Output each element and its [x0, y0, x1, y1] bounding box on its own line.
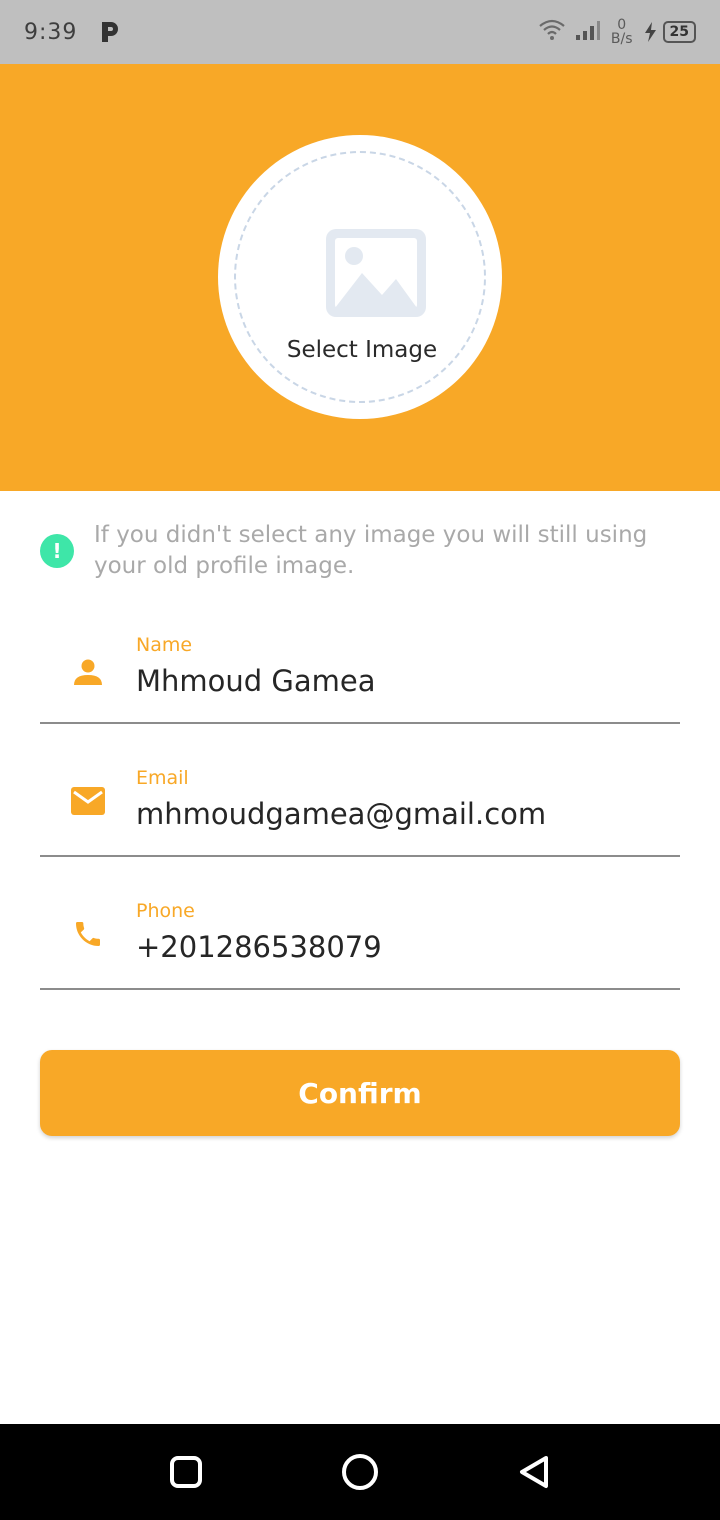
name-field[interactable]: Name [40, 618, 680, 724]
parking-app-icon [99, 20, 121, 44]
select-image-label: Select Image [286, 337, 438, 363]
profile-header: Select Image [0, 64, 720, 491]
phone-field[interactable]: Phone [40, 884, 680, 990]
wifi-icon [539, 19, 565, 45]
status-bar: 9:39 0 B/s 25 [0, 0, 720, 64]
net-speed: 0 B/s [611, 18, 633, 46]
info-notice: ! If you didn't select any image you wil… [40, 520, 680, 582]
phone-input[interactable] [136, 930, 666, 964]
select-image-area[interactable]: Select Image [234, 151, 486, 403]
exclamation-icon: ! [40, 534, 74, 568]
notice-text: If you didn't select any image you will … [94, 522, 648, 579]
recents-icon[interactable] [164, 1450, 208, 1494]
back-icon[interactable] [512, 1450, 556, 1494]
battery: 25 [643, 21, 696, 43]
name-input[interactable] [136, 664, 666, 698]
email-field[interactable]: Email [40, 751, 680, 857]
email-input[interactable] [136, 797, 666, 831]
net-speed-unit: B/s [610, 31, 633, 47]
signal-icon [575, 19, 601, 45]
charging-icon [644, 22, 656, 42]
system-nav-bar [0, 1424, 720, 1520]
phone-icon [68, 914, 108, 954]
email-label: Email [136, 767, 189, 789]
home-icon[interactable] [338, 1450, 382, 1494]
image-placeholder-icon [326, 229, 426, 317]
name-label: Name [136, 634, 193, 656]
mail-icon [68, 781, 108, 821]
net-speed-value: 0 [617, 17, 627, 33]
battery-level: 25 [662, 21, 696, 43]
avatar-picker[interactable]: Select Image [218, 135, 502, 419]
confirm-button[interactable]: Confirm [40, 1050, 680, 1136]
person-icon [68, 652, 108, 692]
status-time: 9:39 [24, 19, 78, 45]
phone-label: Phone [136, 900, 195, 922]
